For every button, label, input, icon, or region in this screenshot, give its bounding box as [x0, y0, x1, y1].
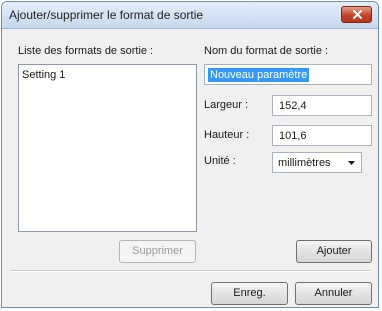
unit-dropdown-value: millimètres — [278, 157, 331, 169]
height-input[interactable] — [273, 126, 371, 145]
width-field[interactable] — [272, 95, 372, 116]
output-format-name-value: Nouveau paramètre — [208, 68, 310, 82]
width-input[interactable] — [273, 96, 371, 115]
close-button[interactable] — [341, 6, 372, 23]
unit-label: Unité : — [204, 155, 236, 167]
dialog-window: Ajouter/supprimer le format de sortie Li… — [1, 1, 379, 308]
save-button[interactable]: Enreg. — [211, 282, 288, 305]
output-format-name-label: Nom du format de sortie : — [204, 45, 329, 57]
title-bar[interactable]: Ajouter/supprimer le format de sortie — [2, 2, 378, 29]
output-formats-list-label: Liste des formats de sortie : — [18, 45, 154, 57]
height-label: Hauteur : — [204, 129, 250, 141]
cancel-button[interactable]: Annuler — [295, 282, 372, 305]
window-title: Ajouter/supprimer le format de sortie — [9, 8, 204, 22]
height-field[interactable] — [272, 125, 372, 146]
add-button[interactable]: Ajouter — [296, 240, 372, 263]
close-icon — [353, 10, 362, 19]
separator — [10, 270, 370, 272]
list-item[interactable]: Setting 1 — [22, 69, 65, 81]
output-format-name-field[interactable]: Nouveau paramètre — [204, 64, 372, 85]
chevron-down-icon — [348, 161, 355, 165]
unit-dropdown[interactable]: millimètres — [272, 152, 362, 173]
output-formats-listbox[interactable]: Setting 1 — [18, 64, 197, 232]
width-label: Largeur : — [204, 99, 249, 111]
delete-button[interactable]: Supprimer — [119, 240, 196, 263]
